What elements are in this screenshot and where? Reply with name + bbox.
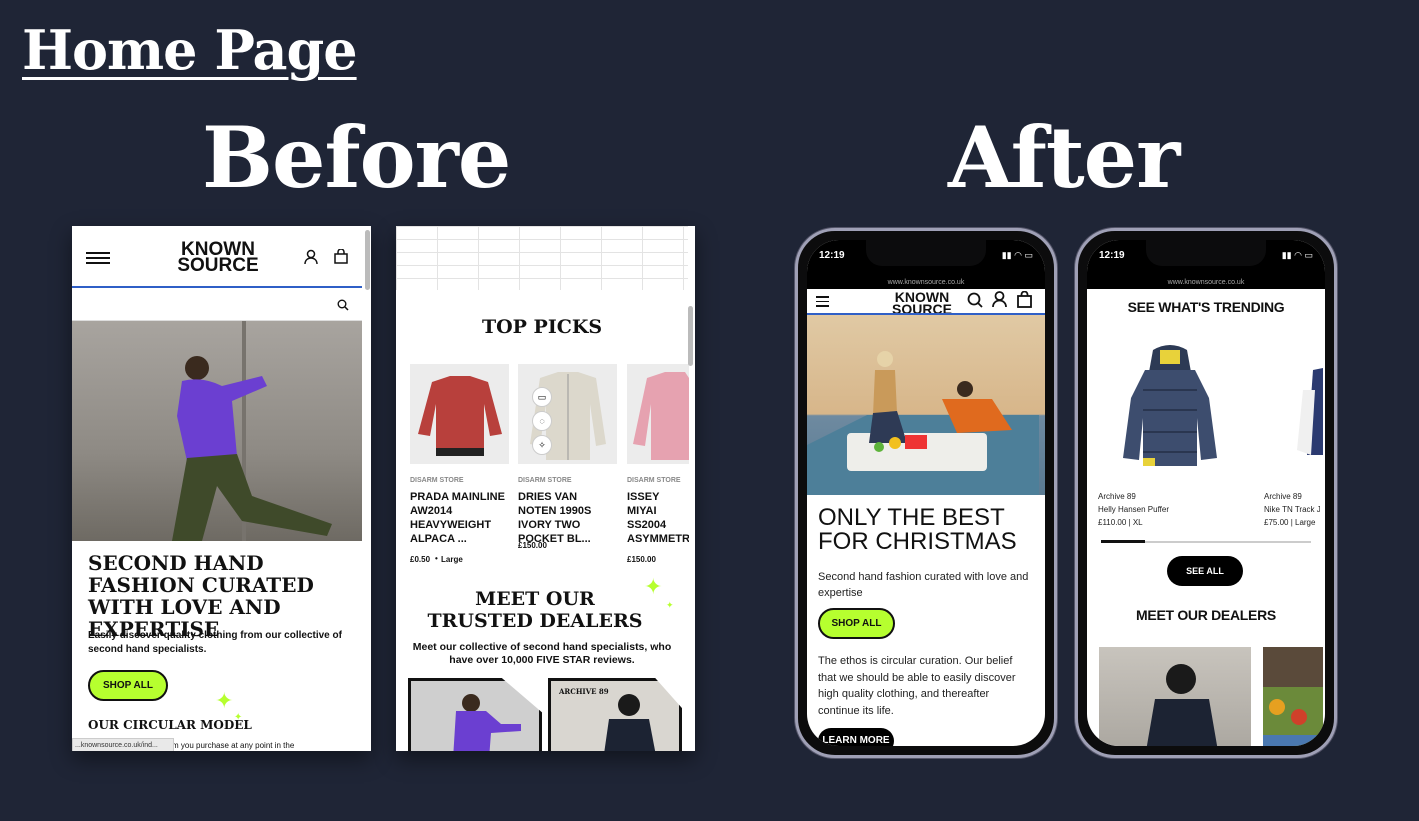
product-name[interactable]: PRADA MAINLINE AW2014 HEAVYWEIGHT ALPACA… (410, 490, 508, 546)
status-time: 12:19 (1099, 250, 1125, 261)
phone-screen: 12:19 ▮▮ ◠ ▭ www.knownsource.co.uk SEE W… (1087, 240, 1325, 746)
page-title: Home Page (22, 18, 358, 82)
dealers-heading: MEET OUR DEALERS (1136, 607, 1276, 623)
product-store: Archive 89 (1264, 492, 1302, 501)
top-picks-heading: TOP PICKS (481, 316, 603, 338)
product-image[interactable] (410, 364, 509, 464)
before-screen-home: KNOWN SOURCE SECOND HAND FASHION CURATED… (72, 226, 371, 751)
account-icon[interactable] (304, 249, 318, 265)
product-price: £150.00 (518, 541, 547, 550)
url-bar[interactable]: www.knownsource.co.uk (1087, 276, 1325, 289)
dealer-card[interactable]: ARCHIVE 89 (548, 678, 682, 751)
product-store: DISARM STORE (627, 477, 681, 484)
product-store: DISARM STORE (518, 477, 572, 484)
signal-wifi-battery-icon: ▮▮ ◠ ▭ (1281, 250, 1313, 260)
product-image[interactable] (627, 364, 689, 464)
shop-all-button[interactable]: SHOP ALL (818, 608, 895, 639)
search-bar[interactable] (72, 288, 362, 321)
after-phone-trending: 12:19 ▮▮ ◠ ▭ www.knownsource.co.uk SEE W… (1075, 228, 1337, 758)
hero-body: Second hand fashion curated with love an… (818, 571, 1029, 599)
see-all-button[interactable]: SEE ALL (1167, 556, 1243, 586)
status-time: 12:19 (819, 250, 845, 261)
hero-heading-line-1: ONLY THE BEST (818, 504, 1005, 531)
product-store: DISARM STORE (410, 477, 464, 484)
dealer-card[interactable] (408, 678, 542, 751)
search-icon[interactable] (967, 292, 983, 308)
grid-pattern (396, 226, 688, 290)
product-price: £110.00 | XL (1098, 518, 1143, 527)
dealer-card[interactable] (1263, 647, 1323, 746)
logo[interactable]: KNOWN SOURCE (168, 240, 268, 277)
wishlist-bag-icon[interactable]: ▭ (532, 387, 552, 407)
logo[interactable]: KNOWN SOURCE (887, 290, 957, 316)
hero-image (807, 315, 1045, 495)
learn-more-button[interactable]: LEARN MORE (818, 728, 894, 746)
url-bar[interactable]: www.knownsource.co.uk (807, 276, 1045, 289)
dealers-body: Meet our collective of second hand speci… (412, 641, 672, 666)
hamburger-icon[interactable] (86, 252, 110, 264)
product-price: £0.50 (410, 555, 431, 564)
phone-screen: 12:19 ▮▮ ◠ ▭ www.knownsource.co.uk KNOWN… (807, 240, 1045, 746)
notch (1146, 240, 1266, 266)
after-phone-home: 12:19 ▮▮ ◠ ▭ www.knownsource.co.uk KNOWN… (795, 228, 1057, 758)
product-size: Large (441, 555, 463, 564)
signal-wifi-battery-icon: ▮▮ ◠ ▭ (1001, 250, 1033, 260)
status-url: ...knownsource.co.uk/ind... (72, 738, 174, 751)
section-heading: OUR CIRCULAR MODEL (88, 718, 252, 732)
product-name[interactable]: ISSEY MIYAI SS2004 ASYMMETR STRIPED BC (627, 490, 689, 546)
product-image[interactable] (1105, 338, 1235, 478)
after-title: After (948, 108, 1180, 207)
dealers-heading: MEET OUR TRUSTED DEALERS (427, 588, 643, 632)
scrollbar[interactable] (365, 230, 370, 290)
hero-heading: SECOND HAND FASHION CURATED WITH LOVE AN… (88, 551, 314, 641)
trending-heading: SEE WHAT'S TRENDING (1127, 299, 1285, 315)
hero-image (72, 321, 362, 541)
hero-heading-line-2: FOR CHRISTMAS (818, 528, 1017, 555)
search-icon[interactable] (337, 299, 349, 311)
hamburger-icon[interactable] (816, 296, 829, 307)
product-price: £75.00 | Large (1264, 518, 1316, 527)
product-image[interactable] (1293, 360, 1323, 460)
product-name[interactable]: Helly Hansen Puffer (1098, 505, 1169, 514)
hero-body: Easily discover quality clothing from ou… (88, 630, 342, 655)
shop-all-button[interactable]: SHOP ALL (88, 670, 168, 701)
notch (866, 240, 986, 266)
dealer-card[interactable] (1099, 647, 1251, 746)
bag-icon[interactable] (1017, 291, 1032, 308)
sparkle-action-icon[interactable]: ✧ (532, 435, 552, 455)
product-price: £150.00 (627, 555, 656, 564)
ethos-text: The ethos is circular curation. Our beli… (818, 655, 1016, 717)
before-screen-picks: TOP PICKS DISARM STORE PRADA MAINLINE AW… (396, 226, 695, 751)
sparkle-icon-small: ✦ (666, 600, 674, 610)
section-body: m you purchase at any point in the (172, 741, 295, 750)
bag-icon[interactable] (334, 249, 348, 264)
product-name[interactable]: DRIES VAN NOTEN 1990S IVORY TWO POCKET B… (518, 490, 616, 546)
sparkle-icon: ✦ (215, 688, 234, 713)
sparkle-icon: ✦ (644, 574, 663, 599)
before-title: Before (202, 108, 511, 207)
product-store: Archive 89 (1098, 492, 1136, 501)
bullet-dot: • (435, 554, 438, 563)
chat-icon[interactable]: ◌ (532, 411, 552, 431)
scrollbar[interactable] (688, 306, 693, 366)
logo-line-2: SOURCE (177, 255, 259, 277)
product-name[interactable]: Nike TN Track J (1264, 505, 1320, 514)
account-icon[interactable] (992, 291, 1007, 308)
carousel-progress (1101, 540, 1145, 543)
